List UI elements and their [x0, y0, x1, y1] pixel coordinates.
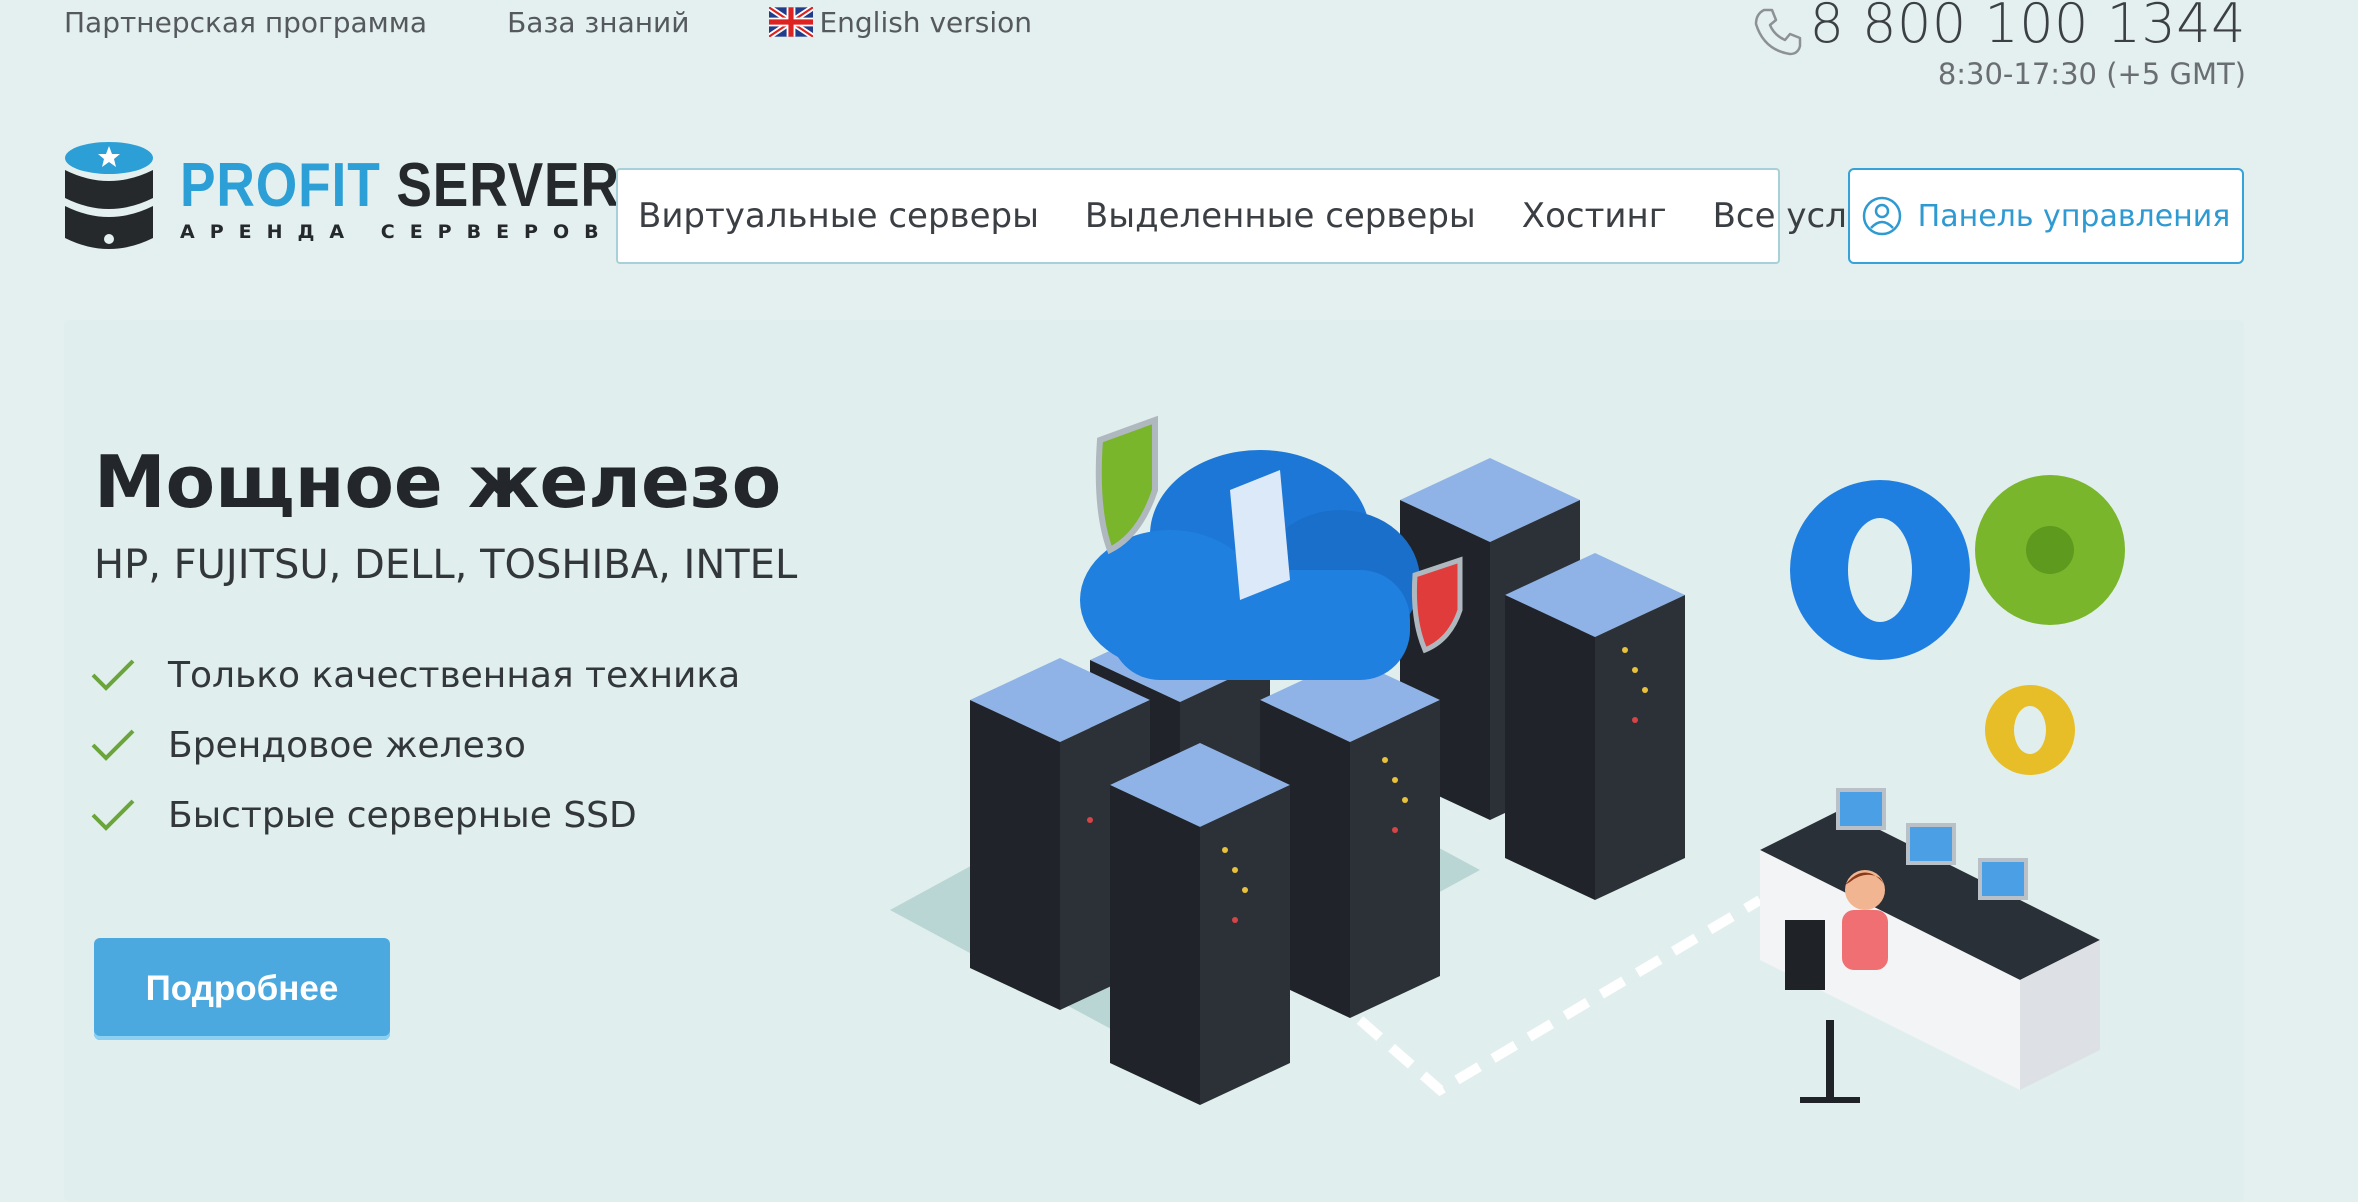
check-icon	[91, 729, 135, 761]
green-gear-icon	[1975, 475, 2125, 625]
control-panel-button[interactable]: Панель управления	[1848, 168, 2244, 264]
logo-name: PROFIT SERVER	[180, 155, 620, 217]
nav-item-virtual-servers[interactable]: Виртуальные серверы	[638, 196, 1039, 236]
feature-item: Брендовое железо	[90, 710, 740, 780]
phone-block: 8 800 100 1344 8:30-17:30 (+5 GMT)	[1810, 0, 2246, 91]
feature-item: Только качественная техника	[90, 640, 740, 710]
logo[interactable]: PROFIT SERVER АРЕНДА СЕРВЕРОВ	[62, 140, 691, 258]
feature-item: Быстрые серверные SSD	[90, 780, 740, 850]
work-hours: 8:30-17:30 (+5 GMT)	[1937, 57, 2246, 91]
logo-tagline: АРЕНДА СЕРВЕРОВ	[180, 221, 614, 243]
phone-number[interactable]: 8 800 100 1344	[1810, 0, 2246, 55]
main-nav: Виртуальные серверы Выделенные серверы Х…	[616, 168, 1942, 264]
feature-list: Только качественная техника Брендовое же…	[90, 640, 740, 850]
feature-label: Быстрые серверные SSD	[168, 794, 637, 836]
nav-item-hosting[interactable]: Хостинг	[1522, 196, 1667, 236]
partner-program-link[interactable]: Партнерская программа	[64, 6, 427, 39]
user-icon	[1862, 196, 1901, 236]
server-rack	[1505, 553, 1685, 900]
english-version-link[interactable]: English version	[769, 6, 1032, 39]
hero-title: Мощное железо	[94, 440, 782, 524]
hero-illustration	[890, 415, 2125, 1105]
feature-label: Брендовое железо	[168, 724, 526, 766]
knowledge-base-link[interactable]: База знаний	[507, 6, 689, 39]
blue-gear-icon	[1790, 480, 1970, 660]
nav-item-dedicated-servers[interactable]: Выделенные серверы	[1085, 196, 1476, 236]
phone-icon	[1754, 8, 1802, 56]
yellow-gear-icon	[1985, 685, 2075, 775]
uk-flag-icon	[769, 7, 814, 37]
english-version-label: English version	[819, 5, 1033, 39]
check-icon	[91, 659, 135, 691]
logo-name-dark: SERVER	[396, 151, 620, 220]
top-links: Партнерская программа База знаний Englis…	[64, 2, 1032, 42]
server-rack	[1110, 743, 1290, 1105]
check-icon	[91, 799, 135, 831]
logo-db-icon	[65, 142, 153, 249]
logo-name-accent: PROFIT	[180, 151, 381, 220]
feature-label: Только качественная техника	[168, 654, 741, 696]
logo-text: PROFIT SERVER АРЕНДА СЕРВЕРОВ	[180, 155, 691, 244]
hero-subtitle: HP, FUJITSU, DELL, TOSHIBA, INTEL	[94, 542, 798, 588]
control-panel-label: Панель управления	[1917, 198, 2231, 234]
green-shield-icon	[1095, 415, 1158, 555]
more-details-button[interactable]: Подробнее	[94, 938, 390, 1040]
